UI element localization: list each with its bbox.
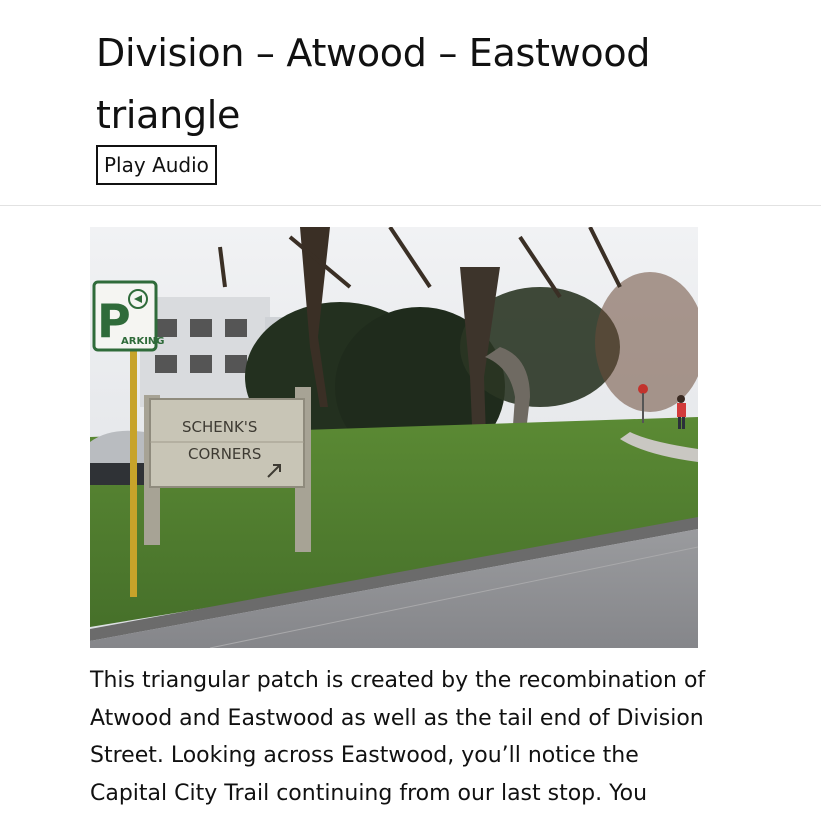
- sign-line2: CORNERS: [188, 445, 261, 463]
- page: Division – Atwood – Eastwood triangle Pl…: [0, 0, 821, 817]
- page-title: Division – Atwood – Eastwood triangle: [96, 31, 651, 137]
- car-illustration: [90, 430, 150, 485]
- stop-photo: P ARKING SCHENK'S CORNERS: [90, 227, 698, 648]
- parking-sign: P ARKING: [92, 280, 165, 352]
- stop-sign: [638, 384, 648, 394]
- play-audio-button[interactable]: Play Audio: [96, 145, 217, 185]
- sign-line1: SCHENK'S: [182, 418, 257, 436]
- parking-text: ARKING: [121, 336, 165, 347]
- sign-post: [130, 337, 137, 597]
- page-header: Division – Atwood – Eastwood triangle Pl…: [0, 0, 821, 206]
- article-paragraph: This triangular patch is created by the …: [90, 668, 706, 806]
